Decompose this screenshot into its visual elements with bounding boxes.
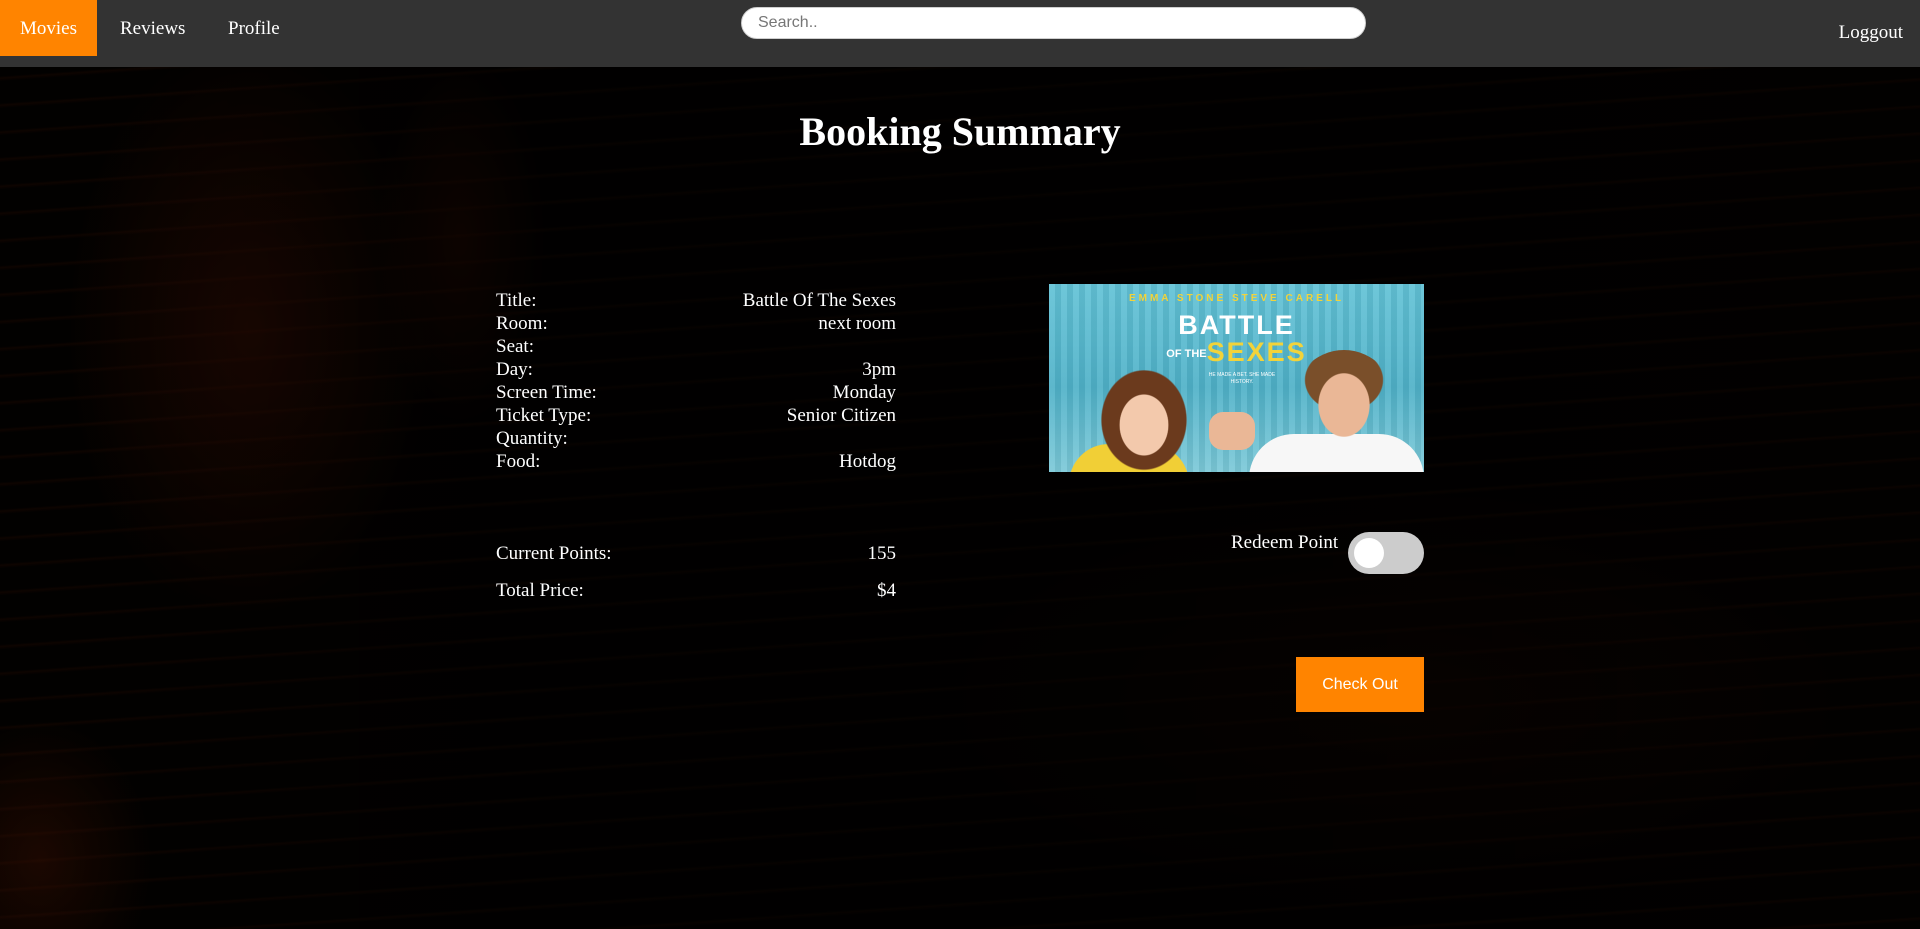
detail-value: Monday (832, 382, 896, 403)
detail-label: Screen Time: (496, 382, 597, 403)
nav-item-movies[interactable]: Movies (0, 0, 97, 56)
nav-item-profile[interactable]: Profile (208, 0, 300, 56)
toggle-knob[interactable] (1354, 538, 1384, 568)
detail-row-quantity: Quantity: (496, 427, 896, 450)
detail-label: Ticket Type: (496, 405, 592, 426)
poster-figure (1209, 412, 1255, 450)
detail-label: Food: (496, 451, 541, 472)
detail-value: 3pm (862, 359, 896, 380)
detail-row-day: Day: 3pm (496, 358, 896, 381)
detail-value: next room (818, 313, 896, 334)
detail-row-title: Title: Battle Of The Sexes (496, 289, 896, 312)
total-price-row: Total Price: $4 (496, 578, 896, 615)
detail-value: Hotdog (839, 451, 896, 472)
movie-poster-image: EMMA STONE STEVE CARELL BATTLE OF THESEX… (1049, 284, 1424, 472)
check-out-button[interactable]: Check Out (1296, 657, 1424, 712)
poster-figure (1289, 350, 1399, 470)
detail-value: Senior Citizen (786, 405, 896, 426)
points-summary: Current Points: 155 Total Price: $4 (496, 541, 896, 615)
search-input[interactable] (741, 7, 1366, 39)
total-price-label: Total Price: (496, 580, 584, 601)
poster-actors: EMMA STONE STEVE CARELL (1128, 293, 1345, 304)
detail-row-screen-time: Screen Time: Monday (496, 381, 896, 404)
page-title: Booking Summary (799, 109, 1121, 154)
total-price-value: $4 (877, 580, 896, 601)
redeem-point-toggle[interactable] (1348, 532, 1424, 574)
detail-row-ticket-type: Ticket Type: Senior Citizen (496, 404, 896, 427)
detail-label: Day: (496, 359, 533, 380)
logout-link[interactable]: Loggout (1839, 22, 1903, 44)
current-points-label: Current Points: (496, 543, 612, 564)
nav-item-reviews[interactable]: Reviews (100, 0, 205, 56)
detail-row-food: Food: Hotdog (496, 450, 896, 473)
top-navbar: Movies Reviews Profile Loggout (0, 0, 1920, 67)
detail-label: Room: (496, 313, 548, 334)
detail-label: Seat: (496, 336, 534, 357)
detail-value: Battle Of The Sexes (742, 290, 896, 311)
detail-label: Title: (496, 290, 537, 311)
current-points-row: Current Points: 155 (496, 541, 896, 578)
poster-title-sexes: SEXES (1206, 337, 1307, 367)
detail-label: Quantity: (496, 428, 568, 449)
poster-tagline: HE MADE A BET. SHE MADE HISTORY. (1208, 372, 1276, 385)
current-points-value: 155 (867, 543, 897, 564)
detail-row-seat: Seat: (496, 335, 896, 358)
detail-row-room: Room: next room (496, 312, 896, 335)
redeem-point-label: Redeem Point (1231, 532, 1339, 553)
booking-details: Title: Battle Of The Sexes Room: next ro… (496, 289, 896, 473)
poster-title-of: OF THE (1166, 347, 1207, 360)
